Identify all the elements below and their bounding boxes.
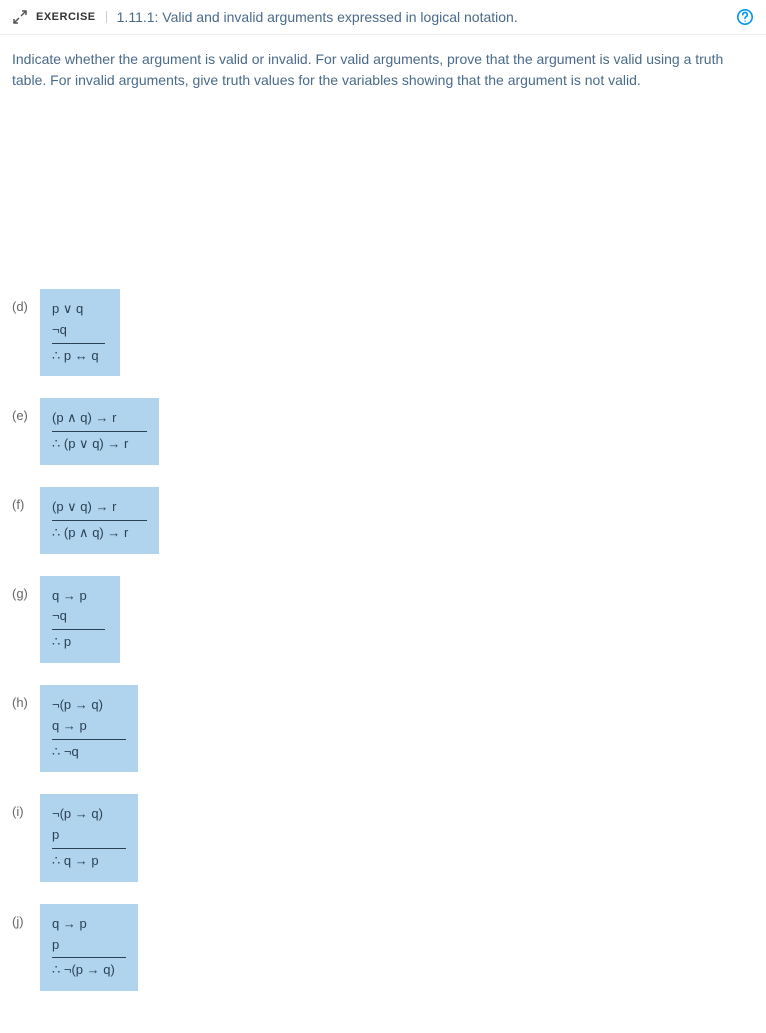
argument-box[interactable]: p ∨ q¬q p ↔ q <box>40 289 120 376</box>
premise-line: (p ∧ q) → r <box>52 408 147 429</box>
argument-box[interactable]: ¬(p → q)q → p ¬q <box>40 685 138 772</box>
conclusion-line: (p ∧ q) → r <box>52 523 147 544</box>
instructions-text: Indicate whether the argument is valid o… <box>0 35 766 109</box>
conclusion-line: q → p <box>52 851 126 872</box>
argument-box[interactable]: (p ∨ q) → r (p ∧ q) → r <box>40 487 159 554</box>
inference-rule-line <box>52 739 126 740</box>
premise-line: q → p <box>52 716 126 737</box>
inference-rule-line <box>52 343 105 344</box>
inference-rule-line <box>52 848 126 849</box>
inference-rule-line <box>52 431 147 432</box>
problem-label: (e) <box>12 398 40 423</box>
premise-line: ¬q <box>52 606 108 627</box>
problem-label: (i) <box>12 794 40 819</box>
argument-box[interactable]: q → pp ¬(p → q) <box>40 904 138 991</box>
problem-row: (h) ¬(p → q)q → p ¬q <box>12 685 754 772</box>
help-icon[interactable] <box>736 8 754 26</box>
problem-row: (i) ¬(p → q)p q → p <box>12 794 754 881</box>
problem-label: (g) <box>12 576 40 601</box>
argument-box[interactable]: ¬(p → q)p q → p <box>40 794 138 881</box>
premise-line: p <box>52 825 126 846</box>
exercise-title: 1.11.1: Valid and invalid arguments expr… <box>107 9 736 25</box>
premise-line: (p ∨ q) → r <box>52 497 147 518</box>
conclusion-line: ¬q <box>52 742 126 763</box>
problem-row: (d) p ∨ q¬q p ↔ q <box>12 289 754 376</box>
expand-icon[interactable] <box>12 9 28 25</box>
premise-line: ¬(p → q) <box>52 804 126 825</box>
premise-line: p ∨ q <box>52 299 108 320</box>
conclusion-line: ¬(p → q) <box>52 960 126 981</box>
problem-row: (e) (p ∧ q) → r (p ∨ q) → r <box>12 398 754 465</box>
conclusion-line: (p ∨ q) → r <box>52 434 147 455</box>
problem-label: (j) <box>12 904 40 929</box>
inference-rule-line <box>52 957 126 958</box>
conclusion-line: p <box>52 632 108 653</box>
exercise-header: EXERCISE 1.11.1: Valid and invalid argum… <box>0 0 766 35</box>
premise-line: ¬q <box>52 320 108 341</box>
premise-line: p <box>52 935 126 956</box>
argument-box[interactable]: q → p¬q p <box>40 576 120 663</box>
problem-label: (d) <box>12 289 40 314</box>
problem-label: (h) <box>12 685 40 710</box>
conclusion-line: p ↔ q <box>52 346 108 367</box>
problems-list: (d)p ∨ q¬qp ↔ q(e)(p ∧ q) → r(p ∨ q) → r… <box>0 289 766 1033</box>
problem-label: (f) <box>12 487 40 512</box>
premise-line: q → p <box>52 914 126 935</box>
inference-rule-line <box>52 629 105 630</box>
problem-row: (g) q → p¬q p <box>12 576 754 663</box>
inference-rule-line <box>52 520 147 521</box>
problem-row: (f) (p ∨ q) → r (p ∧ q) → r <box>12 487 754 554</box>
exercise-label: EXERCISE <box>36 11 107 23</box>
argument-box[interactable]: (p ∧ q) → r (p ∨ q) → r <box>40 398 159 465</box>
premise-line: ¬(p → q) <box>52 695 126 716</box>
premise-line: q → p <box>52 586 108 607</box>
problem-row: (j) q → pp ¬(p → q) <box>12 904 754 991</box>
